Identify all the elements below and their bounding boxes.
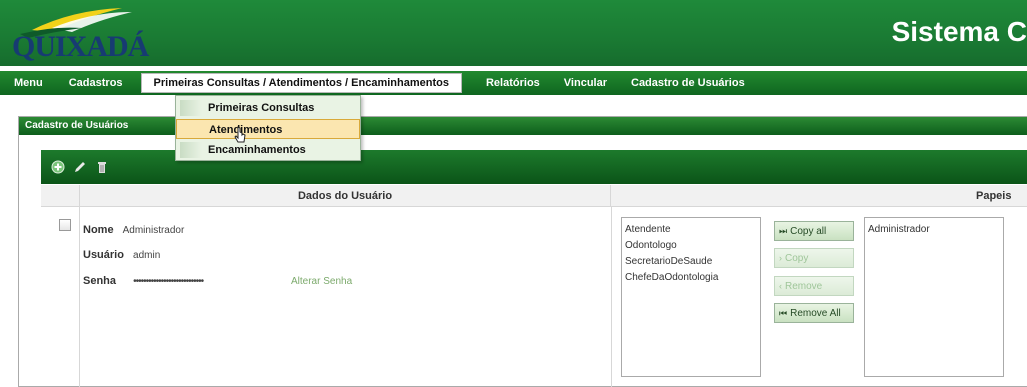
list-item[interactable]: Atendente [625,222,757,238]
available-roles-list[interactable]: Atendente Odontologo SecretarioDeSaude C… [621,217,761,377]
remove-button[interactable]: ‹ Remove [774,276,854,296]
field-nome: Nome Administrador [83,224,184,236]
remove-all-button[interactable]: ⏮ Remove All [774,303,854,323]
dropdown-item-marker [180,100,202,116]
table-header: Dados do Usuário Papeis [41,185,1027,207]
menu-item-consultas[interactable]: Primeiras Consultas / Atendimentos / Enc… [140,73,462,93]
delete-icon[interactable] [95,160,109,174]
assigned-roles-list[interactable]: Administrador [864,217,1004,377]
menu-item-relatorios[interactable]: Relatórios [474,71,552,95]
double-arrow-right-icon: ⏭ [779,226,788,236]
column-dados-usuario: Dados do Usuário [79,185,611,207]
remove-all-label: Remove All [790,308,841,319]
dropdown-item-marker [180,142,202,158]
alterar-senha-link[interactable]: Alterar Senha [291,276,352,287]
row-select-checkbox[interactable] [59,219,71,231]
menu-item-cadastro-usuarios[interactable]: Cadastro de Usuários [619,71,757,95]
dropdown-item-label: Primeiras Consultas [208,102,315,114]
usuario-label: Usuário [83,249,124,261]
usuario-value: admin [133,250,161,261]
logo-text: QUIXADÁ [12,30,149,63]
nome-label: Nome [83,224,114,236]
remove-label: Remove [785,281,823,292]
arrow-left-icon: ‹ [779,281,782,291]
quixada-logo: QUIXADÁ [12,6,162,64]
row-divider [79,207,80,387]
dropdown-item-label: Encaminhamentos [208,144,306,156]
edit-icon[interactable] [73,160,87,174]
list-item[interactable]: SecretarioDeSaude [625,254,757,270]
field-senha: Senha •••••••••••••••••••••••••••• [83,275,204,287]
senha-label: Senha [83,275,117,287]
list-item[interactable]: ChefeDaOdontologia [625,270,757,286]
column-papeis: Papeis [976,190,1012,202]
senha-value: •••••••••••••••••••••••••••• [133,276,204,287]
list-item[interactable]: Odontologo [625,238,757,254]
add-icon[interactable] [51,160,65,174]
dropdown-item-encaminhamentos[interactable]: Encaminhamentos [176,140,360,160]
panel-title: Cadastro de Usuários [19,117,1027,135]
consultas-dropdown-menu: Primeiras Consultas Atendimentos Encamin… [175,95,361,161]
main-menu-bar: Menu Cadastros Primeiras Consultas / Ate… [0,71,1027,95]
dropdown-item-atendimentos[interactable]: Atendimentos [176,119,360,139]
list-item[interactable]: Administrador [868,222,1000,238]
mouse-pointer-icon [234,126,246,143]
row-divider [611,207,612,387]
double-arrow-left-icon: ⏮ [779,308,788,318]
system-title: Sistema C [891,16,1027,47]
menu-item-menu[interactable]: Menu [0,71,57,95]
copy-all-label: Copy all [790,226,827,237]
menu-item-cadastros[interactable]: Cadastros [57,71,135,95]
menu-item-consultas-label: Primeiras Consultas / Atendimentos / Enc… [153,77,449,89]
nome-value: Administrador [122,225,185,236]
copy-label: Copy [785,253,809,264]
copy-all-button[interactable]: ⏭ Copy all [774,221,854,241]
header-banner: QUIXADÁ Sistema C [0,0,1027,66]
arrow-right-icon: › [779,253,782,263]
dropdown-item-primeiras-consultas[interactable]: Primeiras Consultas [176,98,360,118]
field-usuario: Usuário admin [83,249,160,261]
menu-item-vincular[interactable]: Vincular [552,71,619,95]
user-registration-panel: Cadastro de Usuários Dados do Usuário Pa… [18,116,1027,387]
copy-button[interactable]: › Copy [774,248,854,268]
